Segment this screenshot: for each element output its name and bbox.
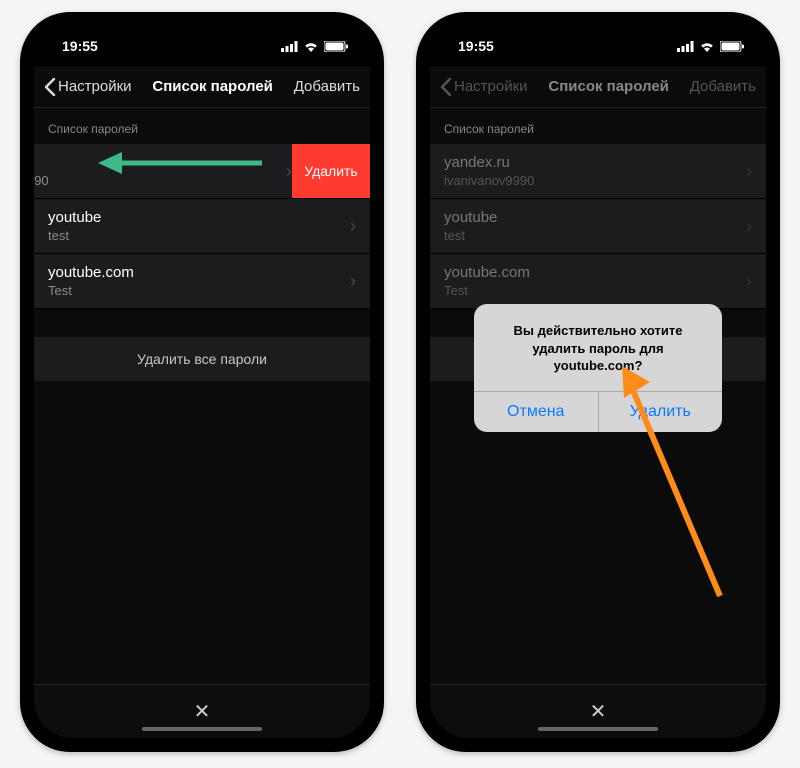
chevron-right-icon: › — [350, 271, 356, 292]
nav-bar: Настройки Список паролей Добавить — [34, 66, 370, 108]
clock: 19:55 — [62, 38, 98, 54]
alert-backdrop: Вы действительно хотите удалить пароль д… — [430, 26, 766, 738]
close-icon[interactable]: ✕ — [194, 699, 211, 724]
row-title: ru — [34, 154, 258, 171]
password-row[interactable]: youtube.com Test › — [34, 254, 370, 309]
alert-cancel-button[interactable]: Отмена — [474, 392, 599, 432]
add-button[interactable]: Добавить — [294, 78, 360, 95]
home-indicator — [142, 727, 262, 731]
row-title: youtube.com — [48, 264, 350, 281]
screen: 19:55 Настройки Список паролей Добавить … — [430, 26, 766, 738]
chevron-left-icon — [44, 78, 56, 96]
notch — [117, 26, 287, 52]
back-label: Настройки — [58, 78, 132, 95]
row-subtitle: ov9990 — [34, 173, 258, 188]
section-gap — [34, 309, 370, 337]
wifi-icon — [303, 41, 319, 52]
alert-message: Вы действительно хотите удалить пароль д… — [474, 304, 722, 391]
status-icons — [281, 41, 348, 52]
page-title: Список паролей — [132, 78, 294, 95]
back-button[interactable]: Настройки — [44, 78, 132, 96]
confirm-delete-alert: Вы действительно хотите удалить пароль д… — [474, 304, 722, 432]
password-row[interactable]: youtube test › — [34, 199, 370, 254]
empty-area — [34, 381, 370, 684]
screen: 19:55 Настройки Список паролей Добавить … — [34, 26, 370, 738]
phone-left: 19:55 Настройки Список паролей Добавить … — [20, 12, 384, 752]
phone-right: 19:55 Настройки Список паролей Добавить … — [416, 12, 780, 752]
password-row[interactable]: ru ov9990 › Удалить — [34, 144, 370, 199]
battery-icon — [324, 41, 348, 52]
section-header: Список паролей — [34, 108, 370, 144]
row-title: youtube — [48, 209, 350, 226]
row-subtitle: Test — [48, 283, 350, 298]
row-subtitle: test — [48, 228, 350, 243]
delete-all-button[interactable]: Удалить все пароли — [34, 337, 370, 381]
alert-confirm-button[interactable]: Удалить — [599, 392, 723, 432]
swipe-delete-button[interactable]: Удалить — [292, 144, 370, 198]
chevron-right-icon: › — [350, 216, 356, 237]
